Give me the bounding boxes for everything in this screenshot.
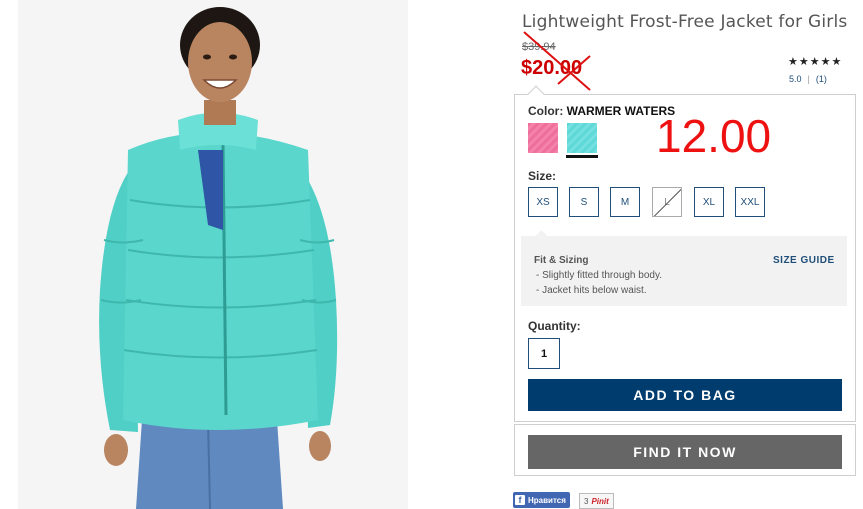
color-swatch-aqua[interactable] [567, 123, 597, 153]
selected-swatch-indicator [566, 155, 598, 158]
price-annotation: 12.00 [656, 110, 772, 162]
facebook-icon: f [515, 495, 525, 505]
rating-stars: ★★★★★ [788, 56, 843, 68]
review-count[interactable]: (1) [816, 74, 827, 84]
size-guide-link[interactable]: SIZE GUIDE [773, 255, 835, 266]
color-swatch-pink[interactable] [528, 123, 558, 153]
facebook-like-button[interactable]: f Нравится [513, 492, 570, 508]
size-option-xs[interactable]: XS [528, 187, 558, 217]
product-photo [18, 0, 408, 509]
size-label: Size: [528, 169, 557, 183]
quantity-input[interactable]: 1 [528, 338, 560, 369]
quantity-label: Quantity: [528, 319, 581, 333]
size-option-s[interactable]: S [569, 187, 599, 217]
fit-note: - Slightly fitted through body. [536, 270, 662, 281]
facebook-like-label: Нравится [528, 495, 566, 505]
pin-count: 3 [584, 496, 589, 506]
size-option-xxl[interactable]: XXL [735, 187, 765, 217]
rating-separator: | [807, 74, 810, 84]
size-option-xl[interactable]: XL [694, 187, 724, 217]
price-strike-annotation [523, 31, 591, 91]
add-to-bag-button[interactable]: ADD TO BAG [528, 379, 842, 411]
color-selector-label: Color: WARMER WATERS [528, 104, 675, 118]
color-label: Color: [528, 104, 564, 118]
size-option-l: L [652, 187, 682, 217]
rating-summary[interactable]: 5.0 | (1) [789, 74, 827, 84]
fit-sizing-title: Fit & Sizing [534, 255, 589, 266]
size-option-m[interactable]: M [610, 187, 640, 217]
fit-note: - Jacket hits below waist. [536, 285, 647, 296]
find-it-now-button[interactable]: FIND IT NOW [528, 435, 842, 469]
pinterest-button[interactable]: 3 Pinit [579, 493, 614, 509]
rating-value: 5.0 [789, 74, 802, 84]
pinterest-label: Pinit [591, 496, 609, 506]
